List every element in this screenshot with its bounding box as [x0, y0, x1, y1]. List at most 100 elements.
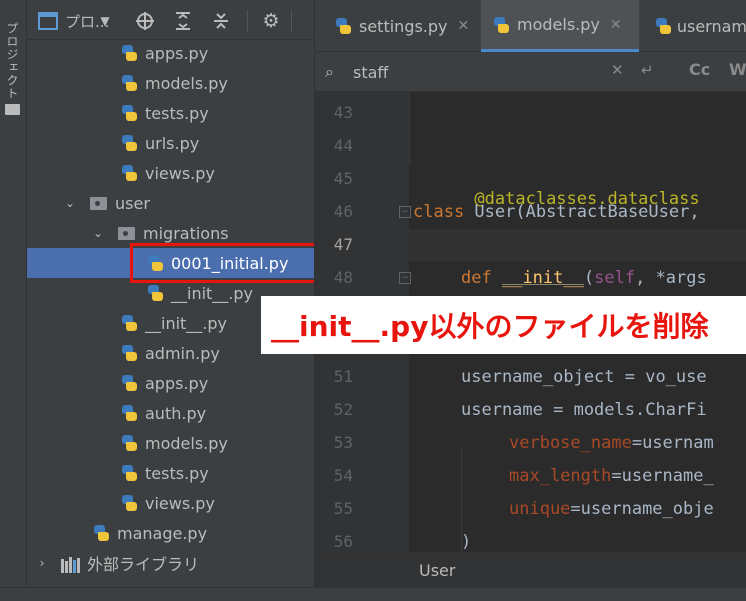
tab-models-py[interactable]: models.py ✕ [481, 0, 639, 52]
folder-icon [89, 193, 109, 213]
annotation-text: __init__.py以外のファイルを削除 [271, 310, 709, 343]
line-number: 48 [333, 268, 353, 287]
gear-icon[interactable]: ⚙ [259, 10, 283, 32]
tree-item-models-py[interactable]: models.py [27, 68, 314, 98]
project-tool-window-label[interactable]: プロジェクト [4, 22, 21, 100]
code-line-53: verbose_name=usernam [509, 433, 714, 453]
python-file-icon [119, 73, 139, 93]
python-file-icon [119, 433, 139, 453]
tree-item-label: tests.py [145, 463, 209, 483]
tree-item-label: manage.py [117, 523, 208, 543]
indent-guide [409, 92, 410, 164]
code-line-46: class User(AbstractBaseUser, [413, 202, 700, 222]
breadcrumb-item[interactable]: User [419, 561, 455, 580]
tab-label: settings.py [359, 16, 448, 36]
python-file-icon [145, 283, 165, 303]
library-icon [61, 553, 81, 573]
python-file-icon [119, 103, 139, 123]
line-number: 52 [333, 400, 353, 419]
tree-item-label: __init__.py [171, 283, 254, 303]
collapse-all-icon[interactable] [209, 10, 233, 32]
tree-item-label: admin.py [145, 343, 220, 363]
code-line-54: max_length=username_ [509, 466, 714, 486]
close-icon[interactable]: ✕ [458, 18, 470, 34]
code-line-56: ) [461, 532, 472, 552]
code-line-48: def __init__(self, *args [461, 268, 707, 288]
match-case-toggle[interactable]: Cc [689, 60, 710, 79]
toolbar-divider [291, 10, 292, 32]
expand-all-icon[interactable] [171, 10, 195, 32]
folder-icon [117, 223, 137, 243]
tab-label: usernam [676, 16, 746, 36]
tree-item-label: auth.py [145, 403, 207, 423]
tree-item-manage-py[interactable]: manage.py [27, 518, 314, 548]
tree-item-label: migrations [143, 223, 229, 243]
chevron-down-icon[interactable]: ▼ [97, 10, 113, 32]
close-icon[interactable]: ✕ [610, 17, 622, 33]
tree-item-label: 外部ライブラリ [87, 555, 200, 574]
line-number: 47 [333, 235, 353, 254]
tree-item-user-folder[interactable]: ⌄ user [27, 188, 314, 218]
chevron-down-icon[interactable]: ⌄ [89, 224, 107, 242]
code-line-55: unique=username_obje [509, 499, 714, 519]
line-number: 55 [333, 499, 353, 518]
tree-item-auth-py[interactable]: auth.py [27, 398, 314, 428]
tree-item-label: models.py [145, 73, 228, 93]
project-toolbar: プロ... ▼ ⚙ [27, 0, 314, 40]
code-line-51: username_object = vo_use [461, 367, 707, 387]
status-bar [0, 587, 746, 601]
python-file-icon [119, 343, 139, 363]
tree-item-external-libraries[interactable]: › 外部ライブラリ [27, 548, 314, 578]
highlight-box [130, 243, 314, 283]
folder-icon[interactable] [5, 104, 20, 115]
tree-item-views-py[interactable]: views.py [27, 158, 314, 188]
whole-word-toggle[interactable]: W [729, 60, 746, 79]
tab-username[interactable]: usernam [645, 0, 746, 52]
python-file-icon [119, 403, 139, 423]
tree-item-label: tests.py [145, 103, 209, 123]
python-file-icon [333, 16, 353, 36]
project-view-icon [37, 10, 59, 32]
tree-item-label: views.py [145, 163, 215, 183]
python-file-icon [119, 493, 139, 513]
line-number: 43 [333, 103, 353, 122]
breadcrumb: User [315, 552, 746, 587]
clear-search-icon[interactable]: ✕ [611, 61, 624, 79]
line-number: 51 [333, 367, 353, 386]
python-file-icon [119, 463, 139, 483]
chevron-down-icon[interactable]: ⌄ [61, 194, 79, 212]
tree-item-tests-py[interactable]: tests.py [27, 458, 314, 488]
tree-item-label: user [115, 193, 150, 213]
annotation-callout: __init__.py以外のファイルを削除 [261, 296, 746, 354]
tree-item-apps-py[interactable]: apps.py [27, 368, 314, 398]
line-number: 46 [333, 202, 353, 221]
search-input[interactable] [353, 60, 553, 84]
editor-tabs: settings.py ✕ models.py ✕ usernam [315, 0, 746, 52]
python-file-icon [119, 373, 139, 393]
line-number: 45 [333, 169, 353, 188]
chevron-right-icon[interactable]: › [33, 554, 51, 572]
find-bar: ⌕ ✕ ↵ Cc W [315, 52, 746, 92]
tree-item-label: apps.py [145, 373, 209, 393]
line-number: 54 [333, 466, 353, 485]
line-number: 56 [333, 532, 353, 551]
tree-item-label: __init__.py [145, 313, 228, 333]
tree-item-label: models.py [145, 433, 228, 453]
toolbar-divider [247, 10, 248, 32]
line-number: 53 [333, 433, 353, 452]
python-file-icon [119, 163, 139, 183]
tree-item-views-py[interactable]: views.py [27, 488, 314, 518]
tree-item-tests-py[interactable]: tests.py [27, 98, 314, 128]
current-line-highlight [409, 229, 746, 261]
search-icon[interactable]: ⌕ [325, 62, 334, 82]
new-line-icon[interactable]: ↵ [641, 61, 654, 79]
tab-settings-py[interactable]: settings.py ✕ [325, 0, 475, 52]
tree-item-apps-py[interactable]: apps.py [27, 38, 314, 68]
python-file-icon [119, 43, 139, 63]
tree-item-urls-py[interactable]: urls.py [27, 128, 314, 158]
tree-item-models-py[interactable]: models.py [27, 428, 314, 458]
python-file-icon [491, 15, 511, 35]
python-file-icon [119, 313, 139, 333]
tree-item-label: urls.py [145, 133, 200, 153]
locate-file-icon[interactable] [133, 10, 157, 32]
